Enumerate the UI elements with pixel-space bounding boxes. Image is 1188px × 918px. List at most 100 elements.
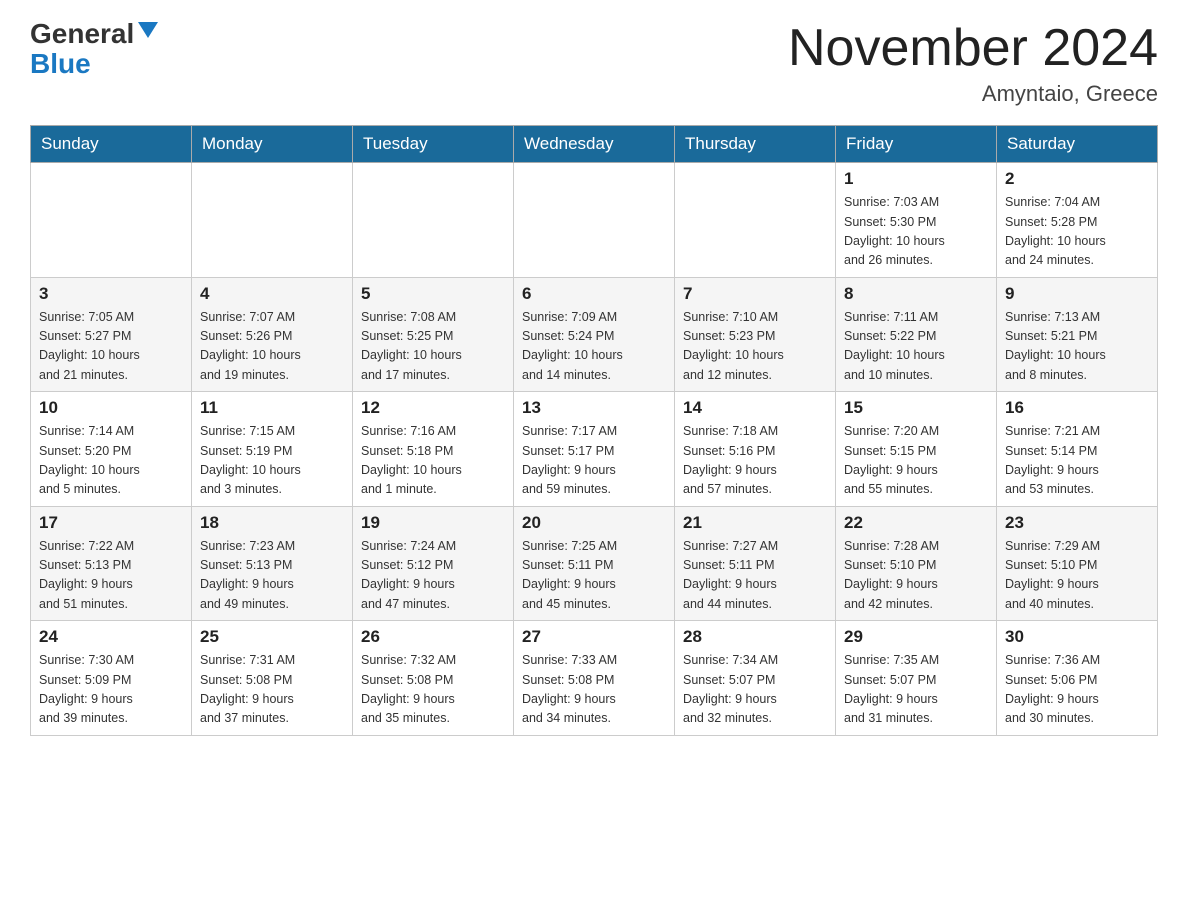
day-info: Sunrise: 7:10 AM Sunset: 5:23 PM Dayligh… [683, 308, 827, 386]
calendar-cell: 17Sunrise: 7:22 AM Sunset: 5:13 PM Dayli… [31, 506, 192, 621]
month-title: November 2024 [788, 20, 1158, 77]
day-number: 22 [844, 513, 988, 533]
day-number: 24 [39, 627, 183, 647]
calendar-cell [353, 163, 514, 278]
day-number: 23 [1005, 513, 1149, 533]
day-info: Sunrise: 7:04 AM Sunset: 5:28 PM Dayligh… [1005, 193, 1149, 271]
day-number: 4 [200, 284, 344, 304]
day-info: Sunrise: 7:31 AM Sunset: 5:08 PM Dayligh… [200, 651, 344, 729]
calendar-cell: 16 Sunrise: 7:21 AM Sunset: 5:14 PM Dayli… [997, 392, 1158, 507]
calendar-cell: 11Sunrise: 7:15 AM Sunset: 5:19 PM Dayli… [192, 392, 353, 507]
calendar-cell: 9 Sunrise: 7:13 AM Sunset: 5:21 PM Daylig… [997, 277, 1158, 392]
calendar-table: SundayMondayTuesdayWednesdayThursdayFrid… [30, 125, 1158, 736]
weekday-header-monday: Monday [192, 126, 353, 163]
day-number: 7 [683, 284, 827, 304]
day-info: Sunrise: 7:25 AM Sunset: 5:11 PM Dayligh… [522, 537, 666, 615]
day-info: Sunrise: 7:16 AM Sunset: 5:18 PM Dayligh… [361, 422, 505, 500]
day-info: Sunrise: 7:05 AM Sunset: 5:27 PM Dayligh… [39, 308, 183, 386]
calendar-week-row: 17Sunrise: 7:22 AM Sunset: 5:13 PM Dayli… [31, 506, 1158, 621]
day-info: Sunrise: 7:34 AM Sunset: 5:07 PM Dayligh… [683, 651, 827, 729]
day-number: 30 [1005, 627, 1149, 647]
page-header: General Blue November 2024 Amyntaio, Gre… [30, 20, 1158, 107]
calendar-cell: 13 Sunrise: 7:17 AM Sunset: 5:17 PM Dayli… [514, 392, 675, 507]
day-number: 13 [522, 398, 666, 418]
calendar-cell: 7 Sunrise: 7:10 AM Sunset: 5:23 PM Daylig… [675, 277, 836, 392]
day-number: 27 [522, 627, 666, 647]
calendar-week-row: 1 Sunrise: 7:03 AM Sunset: 5:30 PM Daylig… [31, 163, 1158, 278]
calendar-cell: 6 Sunrise: 7:09 AM Sunset: 5:24 PM Daylig… [514, 277, 675, 392]
day-number: 28 [683, 627, 827, 647]
day-number: 15 [844, 398, 988, 418]
calendar-cell: 8Sunrise: 7:11 AM Sunset: 5:22 PM Daylig… [836, 277, 997, 392]
day-info: Sunrise: 7:27 AM Sunset: 5:11 PM Dayligh… [683, 537, 827, 615]
day-info: Sunrise: 7:08 AM Sunset: 5:25 PM Dayligh… [361, 308, 505, 386]
day-number: 14 [683, 398, 827, 418]
day-number: 16 [1005, 398, 1149, 418]
day-info: Sunrise: 7:29 AM Sunset: 5:10 PM Dayligh… [1005, 537, 1149, 615]
weekday-header-wednesday: Wednesday [514, 126, 675, 163]
calendar-cell: 21 Sunrise: 7:27 AM Sunset: 5:11 PM Dayli… [675, 506, 836, 621]
location-text: Amyntaio, Greece [788, 81, 1158, 107]
calendar-cell: 1 Sunrise: 7:03 AM Sunset: 5:30 PM Daylig… [836, 163, 997, 278]
day-info: Sunrise: 7:18 AM Sunset: 5:16 PM Dayligh… [683, 422, 827, 500]
calendar-cell: 28 Sunrise: 7:34 AM Sunset: 5:07 PM Dayli… [675, 621, 836, 736]
day-info: Sunrise: 7:35 AM Sunset: 5:07 PM Dayligh… [844, 651, 988, 729]
calendar-cell: 3 Sunrise: 7:05 AM Sunset: 5:27 PM Daylig… [31, 277, 192, 392]
day-number: 25 [200, 627, 344, 647]
weekday-header-tuesday: Tuesday [353, 126, 514, 163]
day-number: 18 [200, 513, 344, 533]
day-info: Sunrise: 7:17 AM Sunset: 5:17 PM Dayligh… [522, 422, 666, 500]
calendar-cell: 12 Sunrise: 7:16 AM Sunset: 5:18 PM Dayli… [353, 392, 514, 507]
calendar-body: 1 Sunrise: 7:03 AM Sunset: 5:30 PM Daylig… [31, 163, 1158, 736]
day-number: 17 [39, 513, 183, 533]
day-info: Sunrise: 7:14 AM Sunset: 5:20 PM Dayligh… [39, 422, 183, 500]
day-number: 6 [522, 284, 666, 304]
calendar-week-row: 24 Sunrise: 7:30 AM Sunset: 5:09 PM Dayli… [31, 621, 1158, 736]
calendar-cell: 24 Sunrise: 7:30 AM Sunset: 5:09 PM Dayli… [31, 621, 192, 736]
calendar-cell [31, 163, 192, 278]
weekday-header-thursday: Thursday [675, 126, 836, 163]
day-info: Sunrise: 7:09 AM Sunset: 5:24 PM Dayligh… [522, 308, 666, 386]
day-number: 1 [844, 169, 988, 189]
day-number: 3 [39, 284, 183, 304]
day-number: 26 [361, 627, 505, 647]
calendar-cell: 15 Sunrise: 7:20 AM Sunset: 5:15 PM Dayli… [836, 392, 997, 507]
calendar-cell: 26 Sunrise: 7:32 AM Sunset: 5:08 PM Dayli… [353, 621, 514, 736]
day-number: 11 [200, 398, 344, 418]
day-info: Sunrise: 7:28 AM Sunset: 5:10 PM Dayligh… [844, 537, 988, 615]
calendar-cell: 22 Sunrise: 7:28 AM Sunset: 5:10 PM Dayli… [836, 506, 997, 621]
calendar-cell: 19 Sunrise: 7:24 AM Sunset: 5:12 PM Dayli… [353, 506, 514, 621]
day-number: 12 [361, 398, 505, 418]
calendar-cell [514, 163, 675, 278]
day-info: Sunrise: 7:11 AM Sunset: 5:22 PM Dayligh… [844, 308, 988, 386]
day-info: Sunrise: 7:32 AM Sunset: 5:08 PM Dayligh… [361, 651, 505, 729]
day-info: Sunrise: 7:03 AM Sunset: 5:30 PM Dayligh… [844, 193, 988, 271]
calendar-cell [675, 163, 836, 278]
day-number: 5 [361, 284, 505, 304]
calendar-cell: 14 Sunrise: 7:18 AM Sunset: 5:16 PM Dayli… [675, 392, 836, 507]
day-info: Sunrise: 7:13 AM Sunset: 5:21 PM Dayligh… [1005, 308, 1149, 386]
calendar-cell: 27Sunrise: 7:33 AM Sunset: 5:08 PM Dayli… [514, 621, 675, 736]
day-number: 20 [522, 513, 666, 533]
calendar-cell: 23 Sunrise: 7:29 AM Sunset: 5:10 PM Dayli… [997, 506, 1158, 621]
calendar-cell: 2 Sunrise: 7:04 AM Sunset: 5:28 PM Daylig… [997, 163, 1158, 278]
calendar-cell [192, 163, 353, 278]
day-info: Sunrise: 7:30 AM Sunset: 5:09 PM Dayligh… [39, 651, 183, 729]
day-number: 9 [1005, 284, 1149, 304]
title-area: November 2024 Amyntaio, Greece [788, 20, 1158, 107]
logo-blue-text: Blue [30, 48, 91, 80]
day-number: 2 [1005, 169, 1149, 189]
day-number: 19 [361, 513, 505, 533]
day-info: Sunrise: 7:20 AM Sunset: 5:15 PM Dayligh… [844, 422, 988, 500]
calendar-week-row: 10 Sunrise: 7:14 AM Sunset: 5:20 PM Dayli… [31, 392, 1158, 507]
day-number: 21 [683, 513, 827, 533]
calendar-cell: 5 Sunrise: 7:08 AM Sunset: 5:25 PM Daylig… [353, 277, 514, 392]
logo-general-text: General [30, 20, 134, 48]
calendar-week-row: 3 Sunrise: 7:05 AM Sunset: 5:27 PM Daylig… [31, 277, 1158, 392]
weekday-header-friday: Friday [836, 126, 997, 163]
day-info: Sunrise: 7:21 AM Sunset: 5:14 PM Dayligh… [1005, 422, 1149, 500]
day-number: 10 [39, 398, 183, 418]
day-number: 29 [844, 627, 988, 647]
calendar-cell: 29 Sunrise: 7:35 AM Sunset: 5:07 PM Dayli… [836, 621, 997, 736]
day-info: Sunrise: 7:24 AM Sunset: 5:12 PM Dayligh… [361, 537, 505, 615]
